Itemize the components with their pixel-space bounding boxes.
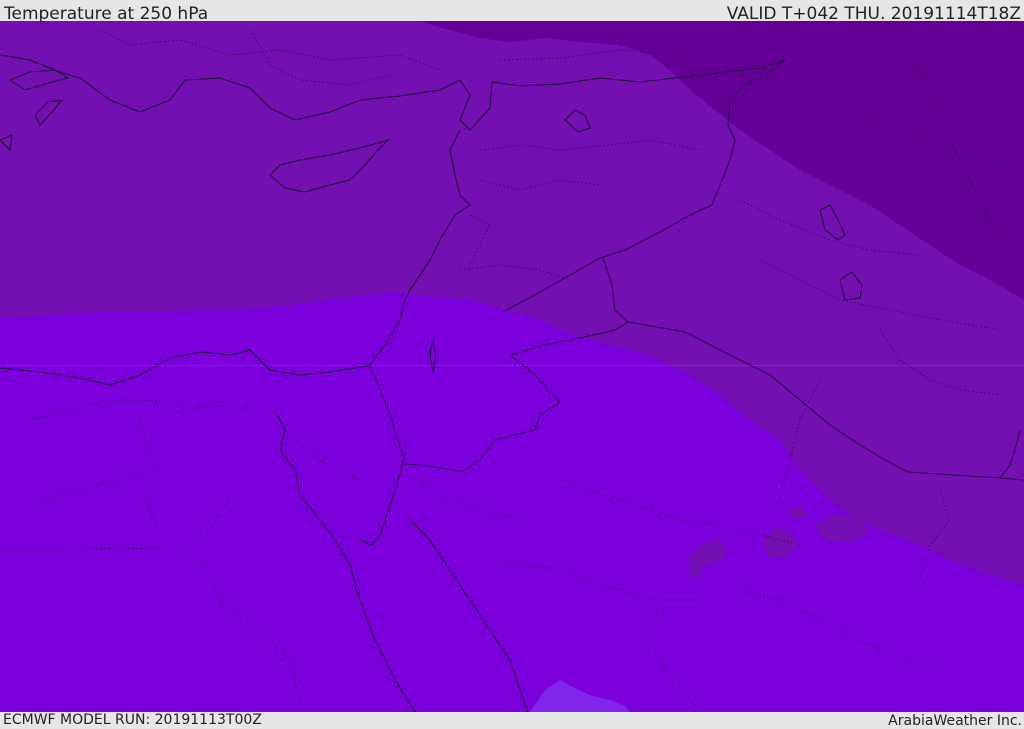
weather-map-frame: Temperature at 250 hPa VALID T+042 THU. … — [0, 0, 1024, 729]
map-canvas — [0, 21, 1024, 712]
model-run-label: ECMWF MODEL RUN: 20191113T00Z — [3, 712, 262, 728]
temperature-map[interactable] — [0, 21, 1024, 712]
map-header: Temperature at 250 hPa VALID T+042 THU. … — [0, 0, 1024, 24]
map-title: Temperature at 250 hPa — [4, 4, 209, 24]
credit-label: ArabiaWeather Inc. — [888, 713, 1022, 729]
map-footer: ECMWF MODEL RUN: 20191113T00Z ArabiaWeat… — [0, 712, 1024, 729]
valid-time-label: VALID T+042 THU. 20191114T18Z — [726, 4, 1021, 24]
